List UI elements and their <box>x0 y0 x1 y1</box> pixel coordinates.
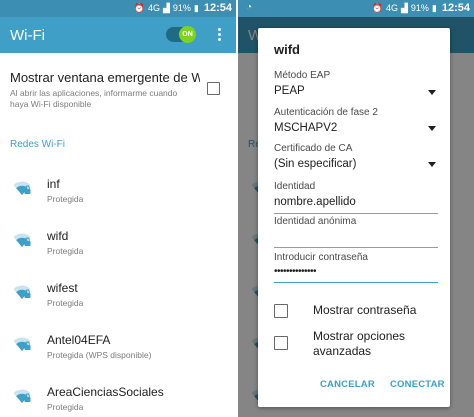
wifi-connect-dialog: wifd Método EAP PEAP Autenticación de fa… <box>258 28 450 407</box>
wifi-network-name: inf <box>47 177 60 191</box>
password-label: Introducir contraseña <box>274 252 368 263</box>
wifi-secured-icon <box>12 387 32 405</box>
wifi-network-status: Protegida <box>47 246 84 256</box>
anonymous-identity-input[interactable]: Identidad anónima <box>274 216 356 227</box>
wifi-secured-icon <box>12 283 32 301</box>
connect-button[interactable]: CONECTAR <box>390 379 445 390</box>
wifi-status-icon: ◔ <box>246 2 253 13</box>
app-bar: Wi-Fi ON <box>0 17 236 53</box>
alarm-icon: ⏰ <box>133 3 145 13</box>
phase2-auth-label: Autenticación de fase 2 <box>274 107 378 118</box>
show-advanced-label-line1: Mostrar opciones <box>313 329 406 343</box>
wifi-popup-subtitle: Al abrir las aplicaciones, informarme cu… <box>10 88 178 109</box>
wifi-popup-title: Mostrar ventana emergente de W... <box>10 70 200 85</box>
eap-method-select[interactable]: PEAP <box>274 85 305 97</box>
password-underline <box>274 282 438 283</box>
wifi-network-name: Antel04EFA <box>47 333 111 347</box>
dialog-title: wifd <box>274 42 300 57</box>
clock: 12:54 <box>203 2 232 14</box>
show-advanced-label[interactable]: Mostrar opciones avanzadas <box>313 329 405 359</box>
ca-certificate-select[interactable]: (Sin especificar) <box>274 158 356 170</box>
eap-method-label: Método EAP <box>274 70 331 81</box>
wifi-toggle-label: ON <box>179 26 196 43</box>
cancel-button[interactable]: CANCELAR <box>320 379 375 390</box>
ca-certificate-label: Certificado de CA <box>274 143 353 154</box>
wifi-network-item[interactable]: inf Protegida <box>0 175 236 225</box>
phase2-auth-select[interactable]: MSCHAPV2 <box>274 122 337 134</box>
status-bar: ◔ ⏰ 4G ▟ 91% ▮ 12:54 <box>238 0 474 17</box>
battery-percent: 91% <box>410 3 429 13</box>
wifi-networks-header: Redes Wi-Fi <box>10 139 66 150</box>
wifi-popup-setting[interactable]: Mostrar ventana emergente de W... Al abr… <box>0 53 236 123</box>
wifi-secured-icon <box>12 335 32 353</box>
wifi-network-name: AreaCienciasSociales <box>47 385 164 399</box>
wifi-connect-dialog-screen: ◔ ⏰ 4G ▟ 91% ▮ 12:54 W Re wifd Método EA… <box>238 0 474 417</box>
show-advanced-label-line2: avanzadas <box>313 344 372 358</box>
status-bar: ⏰ 4G ▟ 91% ▮ 12:54 <box>0 0 236 17</box>
wifi-network-item[interactable]: Antel04EFA Protegida (WPS disponible) <box>0 331 236 381</box>
network-type-label: 4G <box>147 3 160 13</box>
show-password-label[interactable]: Mostrar contraseña <box>313 303 416 318</box>
identity-underline <box>274 213 438 214</box>
page-title: Wi-Fi <box>10 27 45 44</box>
anonymous-identity-underline <box>274 247 438 248</box>
wifi-network-status: Protegida <box>47 194 84 204</box>
alarm-icon: ⏰ <box>371 3 383 13</box>
identity-label: Identidad <box>274 181 316 192</box>
wifi-network-name: wifest <box>47 281 78 295</box>
wifi-network-item[interactable]: wifd Protegida <box>0 227 236 277</box>
eap-method-dropdown-icon[interactable] <box>428 90 436 95</box>
wifi-popup-checkbox[interactable] <box>207 82 220 95</box>
wifi-network-status: Protegida <box>47 298 84 308</box>
ca-certificate-dropdown-icon[interactable] <box>428 162 436 167</box>
network-type-label: 4G <box>385 3 398 13</box>
show-password-checkbox[interactable] <box>274 304 288 318</box>
signal-icon: ▟ <box>162 3 170 13</box>
wifi-network-item[interactable]: wifest Protegida <box>0 279 236 329</box>
wifi-toggle[interactable]: ON <box>166 26 196 43</box>
wifi-secured-icon <box>12 179 32 197</box>
wifi-network-name: wifd <box>47 229 69 243</box>
wifi-secured-icon <box>12 231 32 249</box>
identity-input[interactable]: nombre.apellido <box>274 196 356 208</box>
password-input[interactable]: •••••••••••••• <box>274 266 317 277</box>
wifi-network-status: Protegida <box>47 402 84 412</box>
wifi-settings-screen: ⏰ 4G ▟ 91% ▮ 12:54 Wi-Fi ON Mostrar vent… <box>0 0 236 417</box>
battery-percent: 91% <box>172 3 191 13</box>
show-advanced-checkbox[interactable] <box>274 336 288 350</box>
battery-icon: ▮ <box>193 3 199 13</box>
phase2-auth-dropdown-icon[interactable] <box>428 126 436 131</box>
wifi-network-status: Protegida (WPS disponible) <box>47 350 152 360</box>
clock: 12:54 <box>441 2 470 14</box>
more-options-icon[interactable] <box>214 27 224 43</box>
battery-icon: ▮ <box>431 3 437 13</box>
wifi-network-item[interactable]: AreaCienciasSociales Protegida <box>0 383 236 417</box>
signal-icon: ▟ <box>400 3 408 13</box>
